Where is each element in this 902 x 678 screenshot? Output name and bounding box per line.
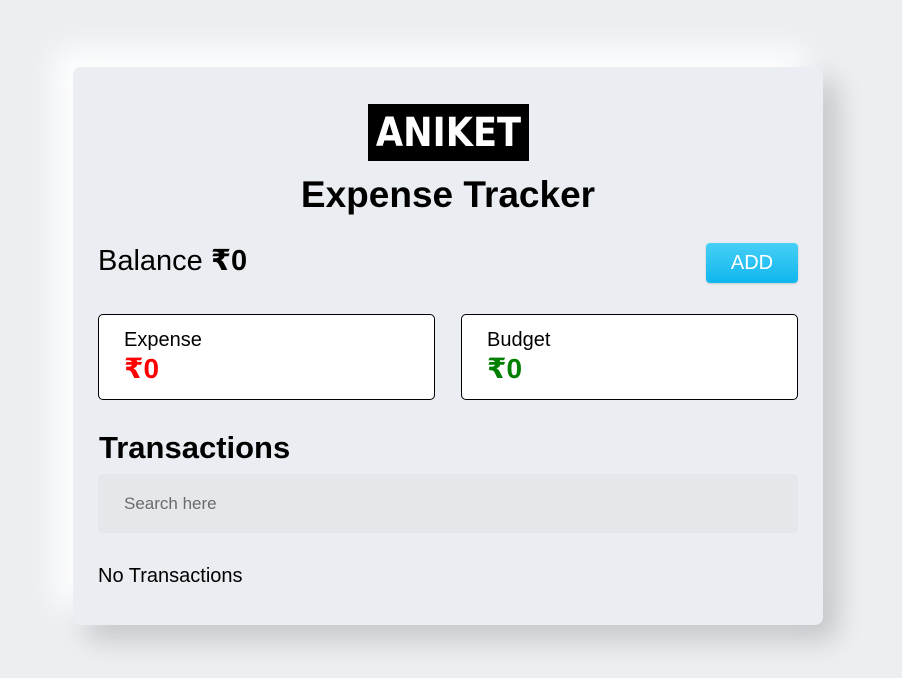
- balance-label: Balance: [98, 245, 203, 277]
- budget-amount: ₹0: [487, 353, 523, 384]
- expense-tracker-card: ANIKET Expense Tracker Balance ₹0 ADD Ex…: [73, 67, 823, 625]
- transactions-heading: Transactions: [99, 430, 291, 465]
- balance: Balance ₹0: [98, 243, 247, 279]
- budget-label: Budget: [487, 329, 551, 351]
- expense-label: Expense: [124, 329, 202, 351]
- add-button[interactable]: ADD: [706, 243, 798, 283]
- empty-transactions-text: No Transactions: [98, 565, 243, 587]
- expense-amount: ₹0: [124, 353, 160, 384]
- page-title: Expense Tracker: [300, 174, 596, 215]
- logo: ANIKET: [368, 104, 529, 161]
- balance-amount: ₹0: [210, 245, 248, 277]
- budget-box: Budget ₹0: [461, 314, 798, 400]
- logo-text: ANIKET: [375, 109, 522, 156]
- search-input[interactable]: [98, 474, 798, 533]
- expense-box: Expense ₹0: [98, 314, 435, 400]
